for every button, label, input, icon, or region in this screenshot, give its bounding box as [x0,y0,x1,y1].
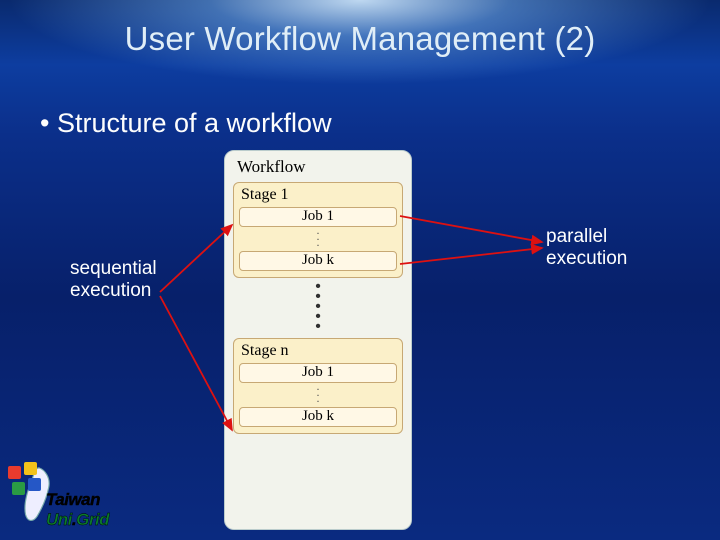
parallel-l2: execution [546,248,627,269]
slide: User Workflow Management (2) Structure o… [0,0,720,540]
workflow-diagram: Workflow Stage 1 Job 1 ··· Job k ••••• S… [224,150,412,530]
stage-1-title: Stage 1 [239,185,397,207]
logo-square-yellow [24,462,37,475]
stage-1-box: Stage 1 Job 1 ··· Job k [233,182,403,278]
parallel-l1: parallel [546,226,607,247]
logo-square-blue [28,478,41,491]
stage-n-job-1: Job 1 [239,363,397,383]
logo: Taiwan Uni.Grid [6,462,146,538]
stage-1-job-k: Job k [239,251,397,271]
stage-1-job-1: Job 1 [239,207,397,227]
logo-square-green [12,482,25,495]
sequential-l2: execution [70,280,151,301]
ellipsis-icon: ··· [239,227,397,251]
logo-grid: Grid [76,510,109,529]
workflow-label: Workflow [225,151,411,179]
page-title: User Workflow Management (2) [0,20,720,58]
logo-taiwan: Taiwan [46,490,100,509]
logo-square-red [8,466,21,479]
arrow-par-1 [400,216,542,242]
ellipsis-icon: ••••• [225,278,411,334]
sequential-l1: sequential [70,258,157,279]
arrow-seq-2 [160,296,232,430]
sequential-label: sequential execution [70,258,157,302]
logo-uni: Uni [46,510,72,529]
logo-text: Taiwan Uni.Grid [46,490,109,530]
ellipsis-icon: ··· [239,383,397,407]
parallel-label: parallel execution [546,226,627,270]
bullet-structure: Structure of a workflow [40,108,332,139]
stage-n-box: Stage n Job 1 ··· Job k [233,338,403,434]
stage-n-title: Stage n [239,341,397,363]
arrow-par-2 [400,248,542,264]
arrow-seq-1 [160,225,232,292]
stage-n-job-k: Job k [239,407,397,427]
